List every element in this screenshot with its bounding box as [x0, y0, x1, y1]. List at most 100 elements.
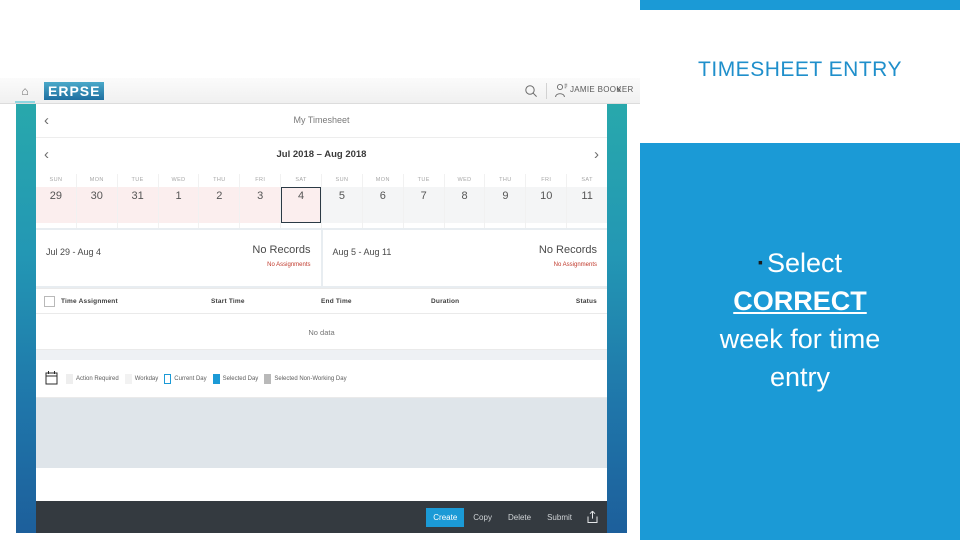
- calendar-day-cell[interactable]: THU 2: [199, 174, 241, 228]
- calendar-day-of-week-label: WED: [171, 177, 186, 183]
- calendar-day-number: 8: [461, 190, 468, 202]
- column-header-status[interactable]: Status: [576, 298, 597, 305]
- header-divider: [546, 83, 547, 99]
- calendar-day-of-week-label: SUN: [49, 177, 63, 183]
- home-icon[interactable]: ⌂: [18, 84, 32, 98]
- calendar-day-number: 9: [502, 190, 509, 202]
- calendar-day-cell[interactable]: SUN 29: [36, 174, 77, 228]
- page-title-row: ‹ My Timesheet: [36, 104, 607, 138]
- legend-item: Action Required: [66, 374, 119, 384]
- bullet-marker-icon: ▪: [757, 254, 763, 270]
- legend-item: Workday: [124, 374, 159, 384]
- calendar-day-of-week-label: FRI: [541, 177, 552, 183]
- legend-item-list: Action Required Workday Current Day Selecte…: [66, 374, 347, 384]
- next-period-button[interactable]: ›: [594, 146, 599, 163]
- delete-button[interactable]: Delete: [501, 508, 538, 527]
- calendar-day-cell[interactable]: SAT 11: [567, 174, 608, 228]
- calendar-day-cell[interactable]: FRI 3: [240, 174, 282, 228]
- calendar-day-cell[interactable]: MON 6: [362, 174, 404, 228]
- legend-label: Selected Non-Working Day: [274, 376, 347, 382]
- calendar-day-of-week-label: TUE: [417, 177, 430, 183]
- column-header-end-time[interactable]: End Time: [321, 298, 352, 305]
- search-icon[interactable]: [524, 84, 538, 98]
- period-label: Jul 2018 – Aug 2018: [276, 149, 367, 160]
- callout-line-1: ▪ Select: [640, 243, 960, 282]
- legend-swatch-icon: [124, 374, 132, 384]
- calendar-icon[interactable]: [45, 370, 58, 385]
- calendar-day-number: 30: [90, 190, 103, 202]
- record-card-row: Jul 29 - Aug 4 No Records No Assignments Au…: [36, 228, 607, 288]
- table-header-row: Time Assignment Start Time End Time Dura…: [36, 288, 607, 314]
- calendar-day-of-week-label: MON: [89, 177, 104, 183]
- assignment-status-label: No Assignments: [267, 262, 311, 268]
- legend-label: Selected Day: [222, 376, 259, 382]
- calendar-day-cell[interactable]: WED 8: [444, 174, 486, 228]
- legend-label: Workday: [134, 376, 159, 382]
- page-title: TIMESHEET ENTRY: [698, 58, 902, 81]
- calendar-day-of-week-label: TUE: [131, 177, 144, 183]
- legend-label: Current Day: [174, 376, 207, 382]
- user-name-label[interactable]: JAMIE BOOKER: [570, 85, 634, 94]
- calendar-day-of-week-label: WED: [457, 177, 472, 183]
- calendar-day-cell[interactable]: SAT 4: [281, 174, 323, 228]
- calendar-day-of-week-label: MON: [375, 177, 390, 183]
- calendar-day-cell[interactable]: TUE 31: [117, 174, 159, 228]
- calendar-day-of-week-label: SAT: [581, 177, 593, 183]
- brand-logo: ERPSE: [44, 82, 105, 100]
- week-record-card[interactable]: Aug 5 - Aug 11 No Records No Assignments: [322, 230, 607, 286]
- calendar-day-number: 3: [257, 190, 264, 202]
- table-spacer: [36, 350, 607, 360]
- callout-emphasis: CORRECT: [733, 286, 867, 316]
- calendar-day-of-week-label: THU: [499, 177, 512, 183]
- column-header-duration[interactable]: Duration: [431, 298, 459, 305]
- legend-item: Current Day: [164, 374, 207, 384]
- submit-button[interactable]: Submit: [540, 508, 579, 527]
- calendar-day-number: 7: [420, 190, 427, 202]
- copy-button[interactable]: Copy: [466, 508, 499, 527]
- calendar-day-number: 10: [540, 190, 553, 202]
- chevron-down-icon[interactable]: ∨: [616, 85, 622, 94]
- share-icon[interactable]: [586, 510, 599, 524]
- legend-item: Selected Non-Working Day: [264, 374, 347, 384]
- week-range-label: Aug 5 - Aug 11: [332, 247, 392, 257]
- app-page-title: My Timesheet: [293, 115, 350, 125]
- callout-line-4: entry: [769, 362, 831, 392]
- calendar-day-number: 31: [131, 190, 144, 202]
- callout-line-2: CORRECT: [640, 282, 960, 320]
- content-bottom-fill: [36, 398, 607, 468]
- calendar-legend: Action Required Workday Current Day Selecte…: [36, 360, 607, 398]
- legend-swatch-icon: [264, 374, 272, 384]
- left-gradient-rail: [16, 104, 36, 533]
- top-accent-bar: [640, 0, 960, 10]
- record-count-label: No Records: [538, 244, 597, 256]
- calendar-strip: SUN 29 MON 30 TUE 31 WED 1 THU 2 FRI 3 SAT 4 SUN 5 MON 6 T…: [36, 174, 608, 228]
- calendar-day-number: 4: [298, 190, 305, 202]
- calendar-day-of-week-label: SUN: [335, 177, 349, 183]
- callout-word-select: Select: [766, 248, 842, 278]
- calendar-day-number: 5: [338, 190, 345, 202]
- calendar-day-cell[interactable]: THU 9: [485, 174, 527, 228]
- calendar-day-cell[interactable]: SUN 5: [322, 174, 363, 228]
- week-range-label: Jul 29 - Aug 4: [46, 247, 102, 257]
- app-header: ⌂ ERPSE JAMIE BOOKER ∨: [0, 78, 640, 104]
- create-button[interactable]: Create: [426, 507, 465, 527]
- embedded-app-screenshot: ⌂ ERPSE JAMIE BOOKER ∨ ‹ My Timesheet ‹ …: [0, 78, 640, 533]
- calendar-day-cell[interactable]: TUE 7: [403, 174, 445, 228]
- calendar-day-cell[interactable]: FRI 10: [526, 174, 568, 228]
- legend-label: Action Required: [76, 376, 119, 382]
- column-header-time-assignment[interactable]: Time Assignment: [61, 298, 118, 305]
- callout-line-3: week for time: [719, 324, 881, 354]
- legend-swatch-icon: [164, 374, 172, 384]
- app-content-card: ‹ My Timesheet ‹ Jul 2018 – Aug 2018 › S…: [36, 104, 608, 533]
- week-record-card[interactable]: Jul 29 - Aug 4 No Records No Assignments: [36, 230, 321, 286]
- legend-swatch-icon: [212, 374, 220, 384]
- column-header-start-time[interactable]: Start Time: [211, 298, 245, 305]
- calendar-day-number: 11: [581, 190, 593, 202]
- calendar-day-number: 1: [175, 190, 182, 202]
- select-all-checkbox[interactable]: [44, 296, 55, 307]
- legend-swatch-icon: [66, 374, 73, 384]
- calendar-day-cell[interactable]: WED 1: [158, 174, 200, 228]
- calendar-day-cell[interactable]: MON 30: [76, 174, 118, 228]
- callout-panel: ▪ Select CORRECT week for time entry: [640, 143, 960, 540]
- table-empty-text: No data: [308, 328, 335, 337]
